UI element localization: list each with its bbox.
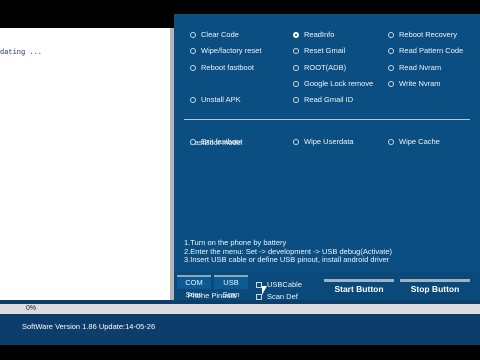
mouse-cursor-icon bbox=[262, 286, 267, 295]
option-label: Exit fastboot bbox=[201, 137, 243, 146]
radio-icon bbox=[388, 47, 394, 54]
radio-icon bbox=[293, 80, 299, 87]
radio-icon bbox=[388, 138, 394, 145]
option-read-gmail-id[interactable]: Read Gmail ID bbox=[293, 95, 353, 104]
option-exit-fastboot[interactable]: Exit fastboot bbox=[190, 137, 242, 146]
radio-icon bbox=[293, 64, 299, 71]
log-panel[interactable]: dating ... bbox=[0, 28, 171, 300]
control-panel: COM Scan USB Scan Phone Pinouts USBCable… bbox=[174, 272, 480, 301]
option-label: Reboot fastboot bbox=[201, 63, 254, 72]
option-wipe-userdata[interactable]: Wipe Userdata bbox=[293, 137, 354, 146]
start-button[interactable]: Start Button bbox=[324, 279, 394, 296]
option-wipe-factory-reset[interactable]: Wipe/factory reset bbox=[190, 46, 261, 55]
option-label: ReadInfo bbox=[304, 30, 335, 39]
section-divider bbox=[184, 119, 470, 120]
usb-cable-label: USBCable bbox=[267, 280, 303, 289]
progress-text: 0% bbox=[26, 305, 37, 312]
option-google-lock-remove[interactable]: Google Lock remove bbox=[293, 79, 373, 88]
option-wipe-cache[interactable]: Wipe Cache bbox=[388, 137, 440, 146]
radio-icon bbox=[190, 31, 196, 38]
option-label: Clear Code bbox=[201, 30, 239, 39]
radio-icon bbox=[293, 47, 299, 54]
radio-selected-icon bbox=[293, 31, 299, 38]
option-label: Read Gmail ID bbox=[304, 95, 354, 104]
option-label: Wipe Cache bbox=[399, 137, 440, 146]
option-label: Wipe Userdata bbox=[304, 137, 354, 146]
radio-icon bbox=[190, 138, 196, 145]
usb-scan-button[interactable]: USB Scan bbox=[214, 275, 248, 299]
radio-icon bbox=[388, 31, 394, 38]
radio-icon bbox=[293, 96, 299, 103]
option-write-nvram[interactable]: Write Nvram bbox=[388, 79, 441, 88]
radio-icon bbox=[190, 64, 196, 71]
phone-pinouts-button[interactable]: Phone Pinouts bbox=[177, 292, 247, 300]
option-label: Google Lock remove bbox=[304, 79, 374, 88]
option-reboot-fastboot[interactable]: Reboot fastboot bbox=[190, 63, 254, 72]
option-reset-gmail[interactable]: Reset Gmail bbox=[293, 46, 345, 55]
com-scan-button[interactable]: COM Scan bbox=[177, 275, 211, 299]
radio-icon bbox=[388, 80, 394, 87]
letterbox-top bbox=[0, 0, 480, 14]
option-label: Wipe/factory reset bbox=[201, 46, 262, 55]
stop-button[interactable]: Stop Button bbox=[400, 279, 470, 296]
option-readinfo[interactable]: ReadInfo bbox=[293, 30, 334, 39]
option-label: Unstall APK bbox=[201, 95, 241, 104]
option-read-pattern-code[interactable]: Read Pattern Code bbox=[388, 46, 463, 55]
radio-icon bbox=[190, 96, 196, 103]
version-text: SoftWare Version 1.86 Update:14-05-26 bbox=[22, 322, 156, 331]
option-label: Reboot Recovery bbox=[399, 30, 457, 39]
radio-icon bbox=[388, 64, 394, 71]
option-label: Reset Gmail bbox=[304, 46, 346, 55]
log-text: dating ... bbox=[0, 49, 43, 57]
letterbox-bottom bbox=[0, 345, 480, 360]
progress-track bbox=[0, 304, 480, 314]
instructions-text: 1.Turn on the phone by battery 2.Enter t… bbox=[184, 238, 393, 264]
option-label: Read Pattern Code bbox=[399, 46, 464, 55]
option-label: Write Nvram bbox=[399, 79, 441, 88]
option-reboot-recovery[interactable]: Reboot Recovery bbox=[388, 30, 457, 39]
option-label: ROOT(ADB) bbox=[304, 63, 347, 72]
option-unstall-apk[interactable]: Unstall APK bbox=[190, 95, 241, 104]
option-label: Read Nvram bbox=[399, 63, 442, 72]
radio-icon bbox=[190, 47, 196, 54]
operations-panel: Clear Code Wipe/factory reset Reboot fas… bbox=[174, 14, 480, 300]
radio-icon bbox=[293, 138, 299, 145]
option-clear-code[interactable]: Clear Code bbox=[190, 30, 239, 39]
option-root-adb[interactable]: ROOT(ADB) bbox=[293, 63, 346, 72]
option-read-nvram[interactable]: Read Nvram bbox=[388, 63, 441, 72]
